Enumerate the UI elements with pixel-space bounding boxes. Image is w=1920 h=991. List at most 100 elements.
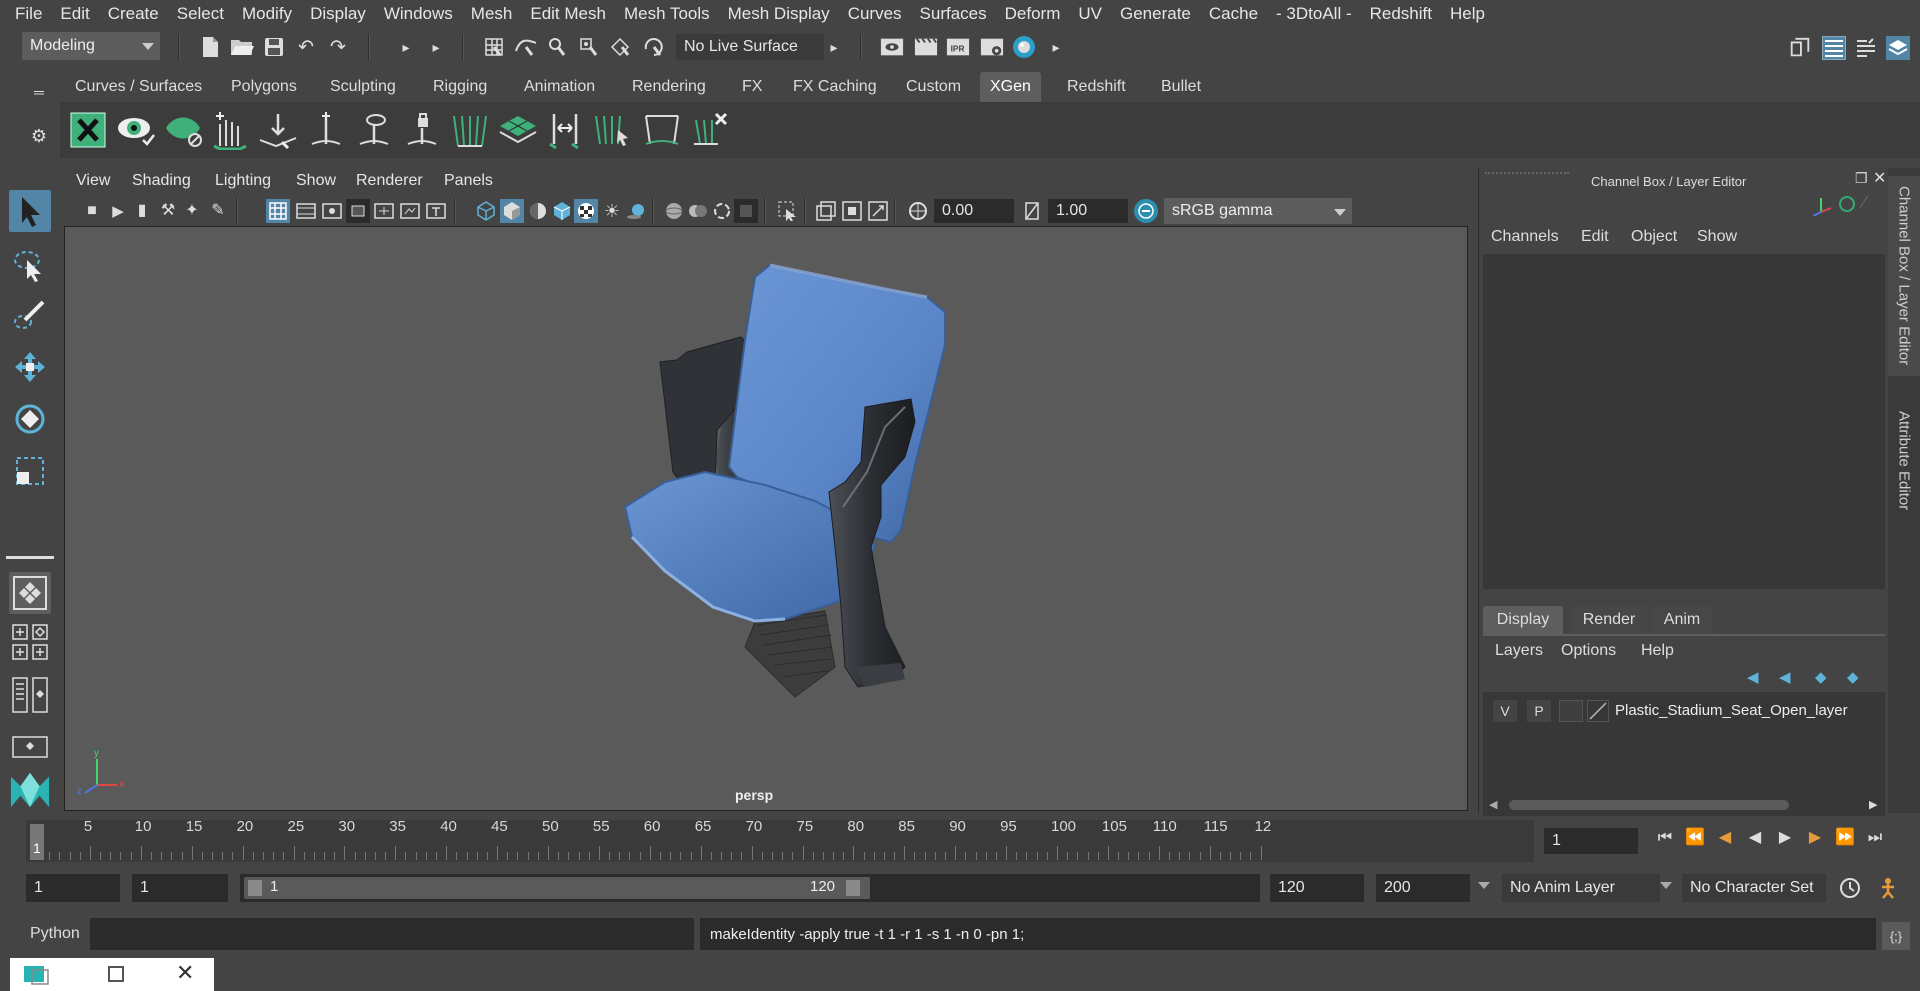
pin-icon[interactable]: ∕	[1863, 192, 1866, 213]
motion-blur-icon[interactable]	[710, 199, 734, 223]
snap-view-plane-icon[interactable]	[610, 35, 634, 59]
ipr-render-icon[interactable]: IPR	[946, 35, 970, 59]
shelf-tab-fx-caching[interactable]: FX Caching	[783, 72, 887, 102]
camera-attributes-icon[interactable]: ▶	[106, 199, 130, 223]
resolution-gate-icon[interactable]	[320, 199, 344, 223]
manipulator-icon[interactable]	[1839, 196, 1855, 212]
shelf-tab-animation[interactable]: Animation	[514, 72, 605, 102]
live-surface-field[interactable]: No Live Surface	[676, 34, 824, 60]
field-chart-icon[interactable]	[372, 199, 396, 223]
safe-title-icon[interactable]	[424, 199, 448, 223]
menu-edit-mesh[interactable]: Edit Mesh	[521, 4, 615, 24]
shelf-tab-polygons[interactable]: Polygons	[221, 72, 307, 102]
channel-show-menu[interactable]: Show	[1697, 228, 1737, 246]
current-frame-field[interactable]: 1	[1544, 828, 1638, 854]
menu-edit[interactable]: Edit	[51, 4, 98, 24]
viewport-menu-shading[interactable]: Shading	[132, 172, 191, 190]
scale-tool-icon[interactable]	[9, 450, 51, 492]
select-tool-icon[interactable]	[9, 190, 51, 232]
menu-windows[interactable]: Windows	[375, 4, 462, 24]
range-slider[interactable]: 1 120	[240, 874, 1260, 902]
shelf-settings-gear-icon[interactable]: ⚙	[27, 124, 51, 148]
script-editor-icon[interactable]: {;}	[1882, 922, 1910, 950]
snap-projected-center-icon[interactable]	[578, 35, 602, 59]
command-input[interactable]	[90, 918, 694, 950]
step-forward-key-icon[interactable]: ⏩	[1830, 826, 1860, 850]
xgen-add-guide-icon[interactable]	[210, 108, 250, 152]
ambient-occlusion-icon[interactable]	[686, 199, 710, 223]
channel-list-area[interactable]	[1483, 254, 1885, 589]
frame-selected-icon[interactable]	[840, 199, 864, 223]
side-tab-attribute-editor[interactable]: Attribute Editor	[1888, 396, 1920, 526]
channels-menu[interactable]: Channels	[1491, 228, 1559, 246]
textured-icon[interactable]	[574, 199, 598, 223]
image-plane-icon[interactable]: ⚒	[156, 199, 180, 223]
shelf-tab-rigging[interactable]: Rigging	[423, 72, 497, 102]
default-material-icon[interactable]	[526, 199, 550, 223]
menu-uv[interactable]: UV	[1069, 4, 1111, 24]
animation-start-field[interactable]: 1	[26, 874, 120, 902]
single-perspective-layout-icon[interactable]	[9, 572, 51, 614]
menu-modify[interactable]: Modify	[233, 4, 301, 24]
menu-3dtoall[interactable]: - 3DtoAll -	[1267, 4, 1361, 24]
shelf-tab-rendering[interactable]: Rendering	[622, 72, 716, 102]
layout-toggle-icon[interactable]	[9, 726, 51, 768]
chevron-down-icon[interactable]	[1478, 882, 1490, 889]
wireframe-icon[interactable]	[474, 199, 498, 223]
gamma-icon[interactable]	[1020, 199, 1044, 223]
menu-display[interactable]: Display	[301, 4, 375, 24]
script-language-label[interactable]: Python	[30, 925, 80, 943]
open-scene-icon[interactable]	[230, 35, 254, 59]
outliner-layout-icon[interactable]	[9, 674, 51, 716]
gamma-field[interactable]: 1.00	[1048, 199, 1128, 223]
range-start-handle[interactable]	[248, 880, 262, 896]
undo-icon[interactable]: ↶	[294, 35, 318, 59]
perspective-viewport[interactable]: y x z persp	[64, 226, 1468, 811]
paint-select-tool-icon[interactable]	[9, 294, 51, 336]
collapse-arrow-icon[interactable]: ▸	[1044, 35, 1068, 59]
step-forward-frame-icon[interactable]: ▶	[1800, 826, 1830, 850]
film-gate-icon[interactable]	[294, 199, 318, 223]
layer-row[interactable]: V P Plastic_Stadium_Seat_Open_layer	[1487, 696, 1881, 724]
menu-file[interactable]: File	[6, 4, 51, 24]
grease-pencil-icon[interactable]: ✎	[206, 199, 230, 223]
render-frame-icon[interactable]	[914, 35, 938, 59]
layer-scrollbar[interactable]: ◀ ▶	[1489, 798, 1879, 811]
menu-curves[interactable]: Curves	[839, 4, 911, 24]
exposure-field[interactable]: 0.00	[934, 199, 1014, 223]
save-scene-icon[interactable]	[262, 35, 286, 59]
new-scene-icon[interactable]	[198, 35, 222, 59]
safe-action-icon[interactable]	[398, 199, 422, 223]
isolate-select-icon[interactable]	[776, 199, 800, 223]
xgen-guide-shape-icon[interactable]	[642, 108, 682, 152]
xgen-add-single-guide-icon[interactable]	[306, 108, 346, 152]
menu-cache[interactable]: Cache	[1200, 4, 1267, 24]
close-panel-icon[interactable]: ✕	[1873, 168, 1886, 188]
layer-display-type-toggle[interactable]	[1559, 700, 1583, 722]
xgen-delete-guides-icon[interactable]	[690, 108, 730, 152]
anti-aliasing-icon[interactable]	[734, 199, 758, 223]
menu-deform[interactable]: Deform	[996, 4, 1070, 24]
move-layer-up-icon[interactable]: ◀	[1747, 668, 1759, 686]
layer-visibility-toggle[interactable]: V	[1493, 700, 1517, 722]
play-backwards-icon[interactable]: ◀	[1740, 826, 1770, 850]
shelf-tab-fx[interactable]: FX	[732, 72, 772, 102]
animation-end-field[interactable]: 200	[1376, 874, 1470, 902]
shelf-tabs-menu-icon[interactable]: ═	[27, 80, 51, 104]
hypershade-icon[interactable]	[1012, 35, 1036, 59]
lighting-icon[interactable]: ☀	[600, 199, 624, 223]
frame-all-icon[interactable]	[814, 199, 838, 223]
character-set-field[interactable]: No Character Set	[1682, 874, 1826, 902]
layer-name[interactable]: Plastic_Stadium_Seat_Open_layer	[1615, 702, 1848, 719]
shelf-tab-xgen[interactable]: XGen	[980, 72, 1041, 102]
axis-mini-icon[interactable]	[1809, 194, 1835, 221]
viewport-menu-panels[interactable]: Panels	[444, 172, 493, 190]
xgen-sculpt-guides-icon[interactable]	[450, 108, 490, 152]
make-live-icon[interactable]	[642, 35, 666, 59]
menu-surfaces[interactable]: Surfaces	[911, 4, 996, 24]
viewport-menu-lighting[interactable]: Lighting	[215, 172, 271, 190]
color-management-toggle-icon[interactable]	[1134, 199, 1158, 223]
wireframe-on-shaded-icon[interactable]	[550, 199, 574, 223]
layer-playback-toggle[interactable]: P	[1527, 700, 1551, 722]
play-forwards-icon[interactable]: ▶	[1770, 826, 1800, 850]
